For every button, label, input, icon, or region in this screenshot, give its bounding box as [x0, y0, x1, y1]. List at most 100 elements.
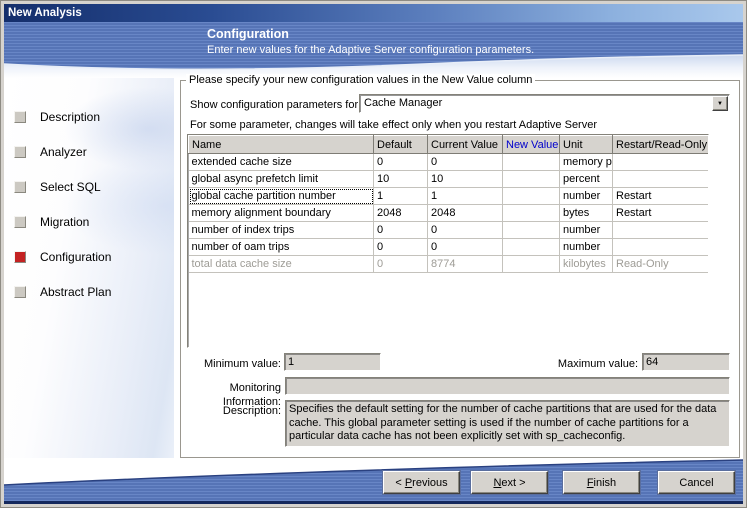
table-row[interactable]: extended cache size 0 0 memory pag [189, 154, 709, 171]
description-label: Description: [181, 404, 281, 418]
sidebar-item-description[interactable]: Description [4, 99, 174, 134]
col-name[interactable]: Name [189, 136, 374, 154]
step-indicator-icon [14, 146, 26, 158]
param-name-cell[interactable]: global cache partition number [189, 188, 374, 205]
table-row[interactable]: global async prefetch limit 10 10 percen… [189, 171, 709, 188]
finish-label-key: F [587, 477, 594, 489]
config-groupbox: Please specify your new configuration va… [180, 80, 740, 458]
col-unit[interactable]: Unit [560, 136, 613, 154]
step-indicator-icon [14, 286, 26, 298]
unit-cell: number [560, 239, 613, 256]
new-value-cell[interactable] [503, 239, 560, 256]
unit-cell: kilobytes [560, 256, 613, 273]
param-name-cell[interactable]: global async prefetch limit [189, 171, 374, 188]
col-new-value[interactable]: New Value [503, 136, 560, 154]
param-name-cell[interactable]: number of index trips [189, 222, 374, 239]
restart-cell [613, 154, 709, 171]
description-field[interactable]: Specifies the default setting for the nu… [285, 400, 730, 447]
parameters-table[interactable]: Name Default Current Value New Value Uni… [187, 134, 709, 348]
wizard-window: New Analysis Configuration Enter new val… [0, 0, 747, 508]
step-indicator-icon [14, 111, 26, 123]
new-value-cell[interactable] [503, 205, 560, 222]
new-value-cell[interactable] [503, 188, 560, 205]
unit-cell: number [560, 188, 613, 205]
col-default[interactable]: Default [374, 136, 428, 154]
unit-cell: bytes [560, 205, 613, 222]
minimum-value-label: Minimum value: [181, 357, 281, 371]
unit-cell: memory pag [560, 154, 613, 171]
sidebar-item-migration[interactable]: Migration [4, 204, 174, 239]
filter-label: Show configuration parameters for: [190, 98, 361, 112]
next-label-post: ext > [501, 477, 525, 489]
table-row[interactable]: number of index trips 0 0 number [189, 222, 709, 239]
minimum-value: 1 [288, 356, 294, 368]
page-content: Please specify your new configuration va… [174, 78, 743, 504]
restart-cell: Restart [613, 188, 709, 205]
default-cell: 1 [374, 188, 428, 205]
restart-cell [613, 171, 709, 188]
unit-cell: number [560, 222, 613, 239]
main-area: Description Analyzer Select SQL Migratio… [4, 78, 743, 504]
sidebar-item-analyzer[interactable]: Analyzer [4, 134, 174, 169]
next-button[interactable]: Next > [471, 471, 548, 494]
previous-button[interactable]: < Previous [383, 471, 460, 494]
current-value-cell: 0 [428, 154, 503, 171]
new-value-cell[interactable] [503, 154, 560, 171]
maximum-value-field[interactable]: 64 [642, 353, 730, 371]
page-title: Configuration [207, 27, 534, 41]
restart-cell: Restart [613, 205, 709, 222]
parameter-group-value: Cache Manager [364, 97, 442, 109]
table-row-selected[interactable]: global cache partition number 1 1 number… [189, 188, 709, 205]
param-name-cell: total data cache size [189, 256, 374, 273]
step-label: Analyzer [40, 145, 87, 159]
param-name-cell[interactable]: extended cache size [189, 154, 374, 171]
chevron-down-icon[interactable]: ▼ [712, 96, 728, 111]
step-indicator-current-icon [14, 251, 26, 263]
new-value-cell[interactable] [503, 171, 560, 188]
button-bar: < Previous Next > Finish Cancel [4, 458, 743, 504]
default-cell: 0 [374, 256, 428, 273]
finish-button[interactable]: Finish [563, 471, 640, 494]
default-cell: 0 [374, 222, 428, 239]
title-bar[interactable]: New Analysis [4, 4, 743, 22]
default-cell: 10 [374, 171, 428, 188]
current-value-cell: 8774 [428, 256, 503, 273]
sidebar-item-configuration[interactable]: Configuration [4, 239, 174, 274]
col-current-value[interactable]: Current Value [428, 136, 503, 154]
step-label: Description [40, 110, 100, 124]
parameter-group-select[interactable]: Cache Manager ▼ [359, 94, 730, 113]
restart-cell: Read-Only [613, 256, 709, 273]
current-value-cell: 0 [428, 222, 503, 239]
restart-cell [613, 239, 709, 256]
step-label: Configuration [40, 250, 111, 264]
table-row[interactable]: number of oam trips 0 0 number [189, 239, 709, 256]
page-subtitle: Enter new values for the Adaptive Server… [207, 44, 534, 56]
current-value-cell: 1 [428, 188, 503, 205]
step-sidebar: Description Analyzer Select SQL Migratio… [4, 78, 174, 504]
maximum-value: 64 [646, 356, 658, 368]
table-row-readonly[interactable]: total data cache size 0 8774 kilobytes R… [189, 256, 709, 273]
current-value-cell: 10 [428, 171, 503, 188]
header-banner: Configuration Enter new values for the A… [4, 22, 743, 78]
sidebar-item-select-sql[interactable]: Select SQL [4, 169, 174, 204]
param-name-cell[interactable]: memory alignment boundary [189, 205, 374, 222]
monitoring-information-field[interactable] [285, 377, 730, 395]
sidebar-item-abstract-plan[interactable]: Abstract Plan [4, 274, 174, 309]
table-header-row: Name Default Current Value New Value Uni… [189, 136, 709, 154]
cancel-label-post: Cancel [679, 477, 713, 489]
param-name-cell[interactable]: number of oam trips [189, 239, 374, 256]
step-label: Migration [40, 215, 89, 229]
groupbox-title: Please specify your new configuration va… [186, 74, 535, 86]
default-cell: 0 [374, 239, 428, 256]
previous-label-post: revious [412, 477, 447, 489]
default-cell: 2048 [374, 205, 428, 222]
current-value-cell: 2048 [428, 205, 503, 222]
step-label: Abstract Plan [40, 285, 111, 299]
current-value-cell: 0 [428, 239, 503, 256]
col-restart-readonly[interactable]: Restart/Read-Only [613, 136, 709, 154]
minimum-value-field[interactable]: 1 [284, 353, 381, 371]
table-row[interactable]: memory alignment boundary 2048 2048 byte… [189, 205, 709, 222]
cancel-button[interactable]: Cancel [658, 471, 735, 494]
default-cell: 0 [374, 154, 428, 171]
new-value-cell[interactable] [503, 222, 560, 239]
